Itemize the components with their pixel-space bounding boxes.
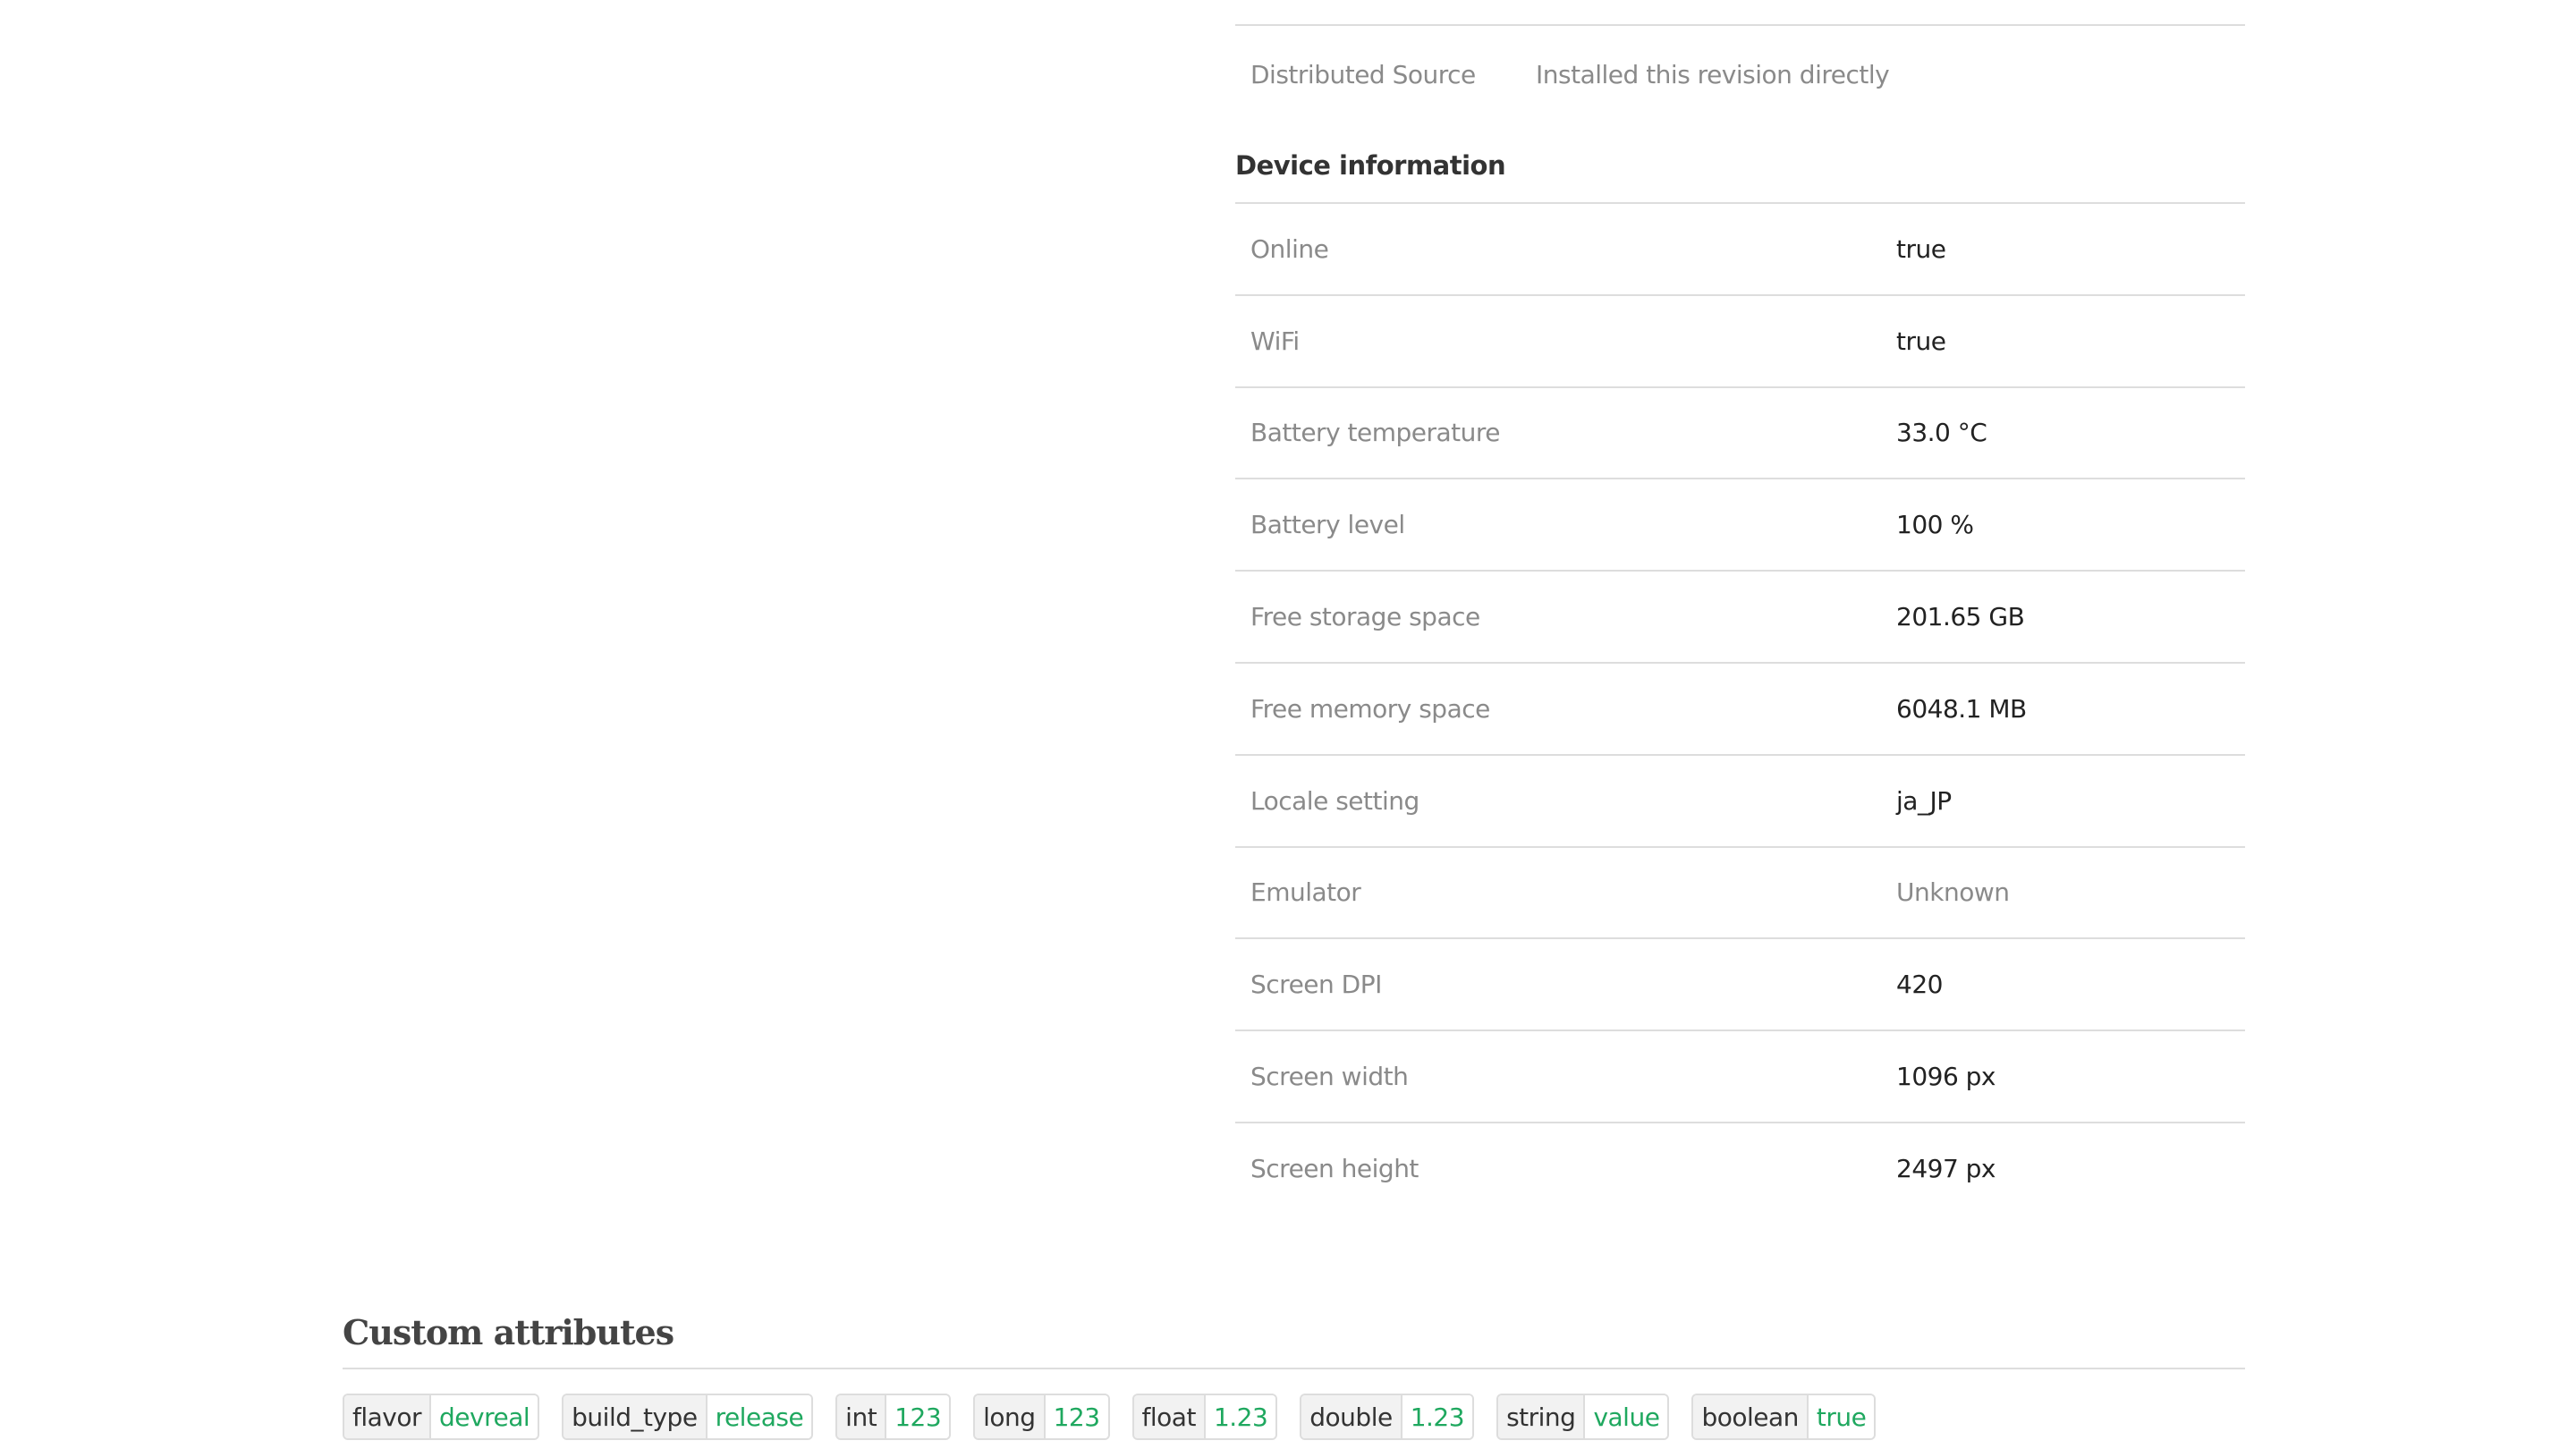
device-row-battery-level: Battery level 100 % xyxy=(1235,479,2245,572)
distribution-table: Distributed Source Installed this revisi… xyxy=(1235,24,2245,123)
attribute-value: value xyxy=(1585,1395,1668,1438)
row-value: true xyxy=(1896,326,1946,356)
attribute-name: int xyxy=(837,1395,887,1438)
row-label: Screen DPI xyxy=(1250,970,1382,1000)
row-label: Battery temperature xyxy=(1250,418,1501,448)
row-label: Locale setting xyxy=(1250,785,1419,816)
row-value: 100 % xyxy=(1896,510,1974,540)
row-value: Unknown xyxy=(1896,877,2010,908)
attribute-badge-int: int 123 xyxy=(835,1394,952,1440)
attribute-badge-build-type: build_type release xyxy=(562,1394,814,1440)
row-value: 6048.1 MB xyxy=(1896,693,2027,724)
device-information-heading: Device information xyxy=(1235,150,1506,181)
row-value: 1096 px xyxy=(1896,1062,1996,1092)
row-value: 2497 px xyxy=(1896,1153,1996,1183)
row-value: true xyxy=(1896,233,1946,264)
attribute-value: 123 xyxy=(886,1395,950,1438)
device-row-free-storage: Free storage space 201.65 GB xyxy=(1235,572,2245,664)
row-value: 420 xyxy=(1896,970,1943,1000)
row-label: WiFi xyxy=(1250,326,1300,356)
attribute-name: flavor xyxy=(344,1395,432,1438)
attribute-name: boolean xyxy=(1693,1395,1809,1438)
attribute-name: build_type xyxy=(564,1395,708,1438)
attribute-badge-double: double 1.23 xyxy=(1300,1394,1475,1440)
row-value: 201.65 GB xyxy=(1896,602,2025,632)
distribution-row: Distributed Source Installed this revisi… xyxy=(1235,26,2245,123)
device-row-screen-width: Screen width 1096 px xyxy=(1235,1031,2245,1123)
attribute-badge-long: long 123 xyxy=(973,1394,1110,1440)
attribute-name: float xyxy=(1133,1395,1206,1438)
custom-attributes-divider xyxy=(343,1368,2245,1369)
row-value: ja_JP xyxy=(1896,785,1952,816)
device-row-screen-dpi: Screen DPI 420 xyxy=(1235,939,2245,1032)
row-value: 33.0 °C xyxy=(1896,418,1987,448)
attribute-value: devreal xyxy=(431,1395,538,1438)
device-row-free-memory: Free memory space 6048.1 MB xyxy=(1235,664,2245,756)
attribute-badge-flavor: flavor devreal xyxy=(343,1394,540,1440)
row-label: Free storage space xyxy=(1250,602,1480,632)
device-row-screen-height: Screen height 2497 px xyxy=(1235,1123,2245,1214)
device-row-battery-temperature: Battery temperature 33.0 °C xyxy=(1235,388,2245,480)
attribute-badge-string: string value xyxy=(1496,1394,1670,1440)
attribute-value: true xyxy=(1808,1395,1875,1438)
device-information-table: Online true WiFi true Battery temperatur… xyxy=(1235,202,2245,1214)
row-label: Screen width xyxy=(1250,1062,1409,1092)
row-label: Battery level xyxy=(1250,510,1405,540)
distributed-source-label: Distributed Source xyxy=(1250,59,1476,89)
attribute-name: long xyxy=(975,1395,1046,1438)
row-label: Emulator xyxy=(1250,877,1361,908)
attribute-value: 1.23 xyxy=(1402,1395,1473,1438)
attribute-name: string xyxy=(1498,1395,1586,1438)
custom-attributes-list: flavor devreal build_type release int 12… xyxy=(343,1394,1877,1440)
attribute-badge-boolean: boolean true xyxy=(1691,1394,1877,1440)
attribute-name: double xyxy=(1301,1395,1402,1438)
distributed-source-value: Installed this revision directly xyxy=(1536,59,1890,89)
attribute-value: 1.23 xyxy=(1205,1395,1276,1438)
row-label: Screen height xyxy=(1250,1153,1419,1183)
custom-attributes-heading: Custom attributes xyxy=(343,1312,674,1352)
attribute-value: 123 xyxy=(1045,1395,1108,1438)
attribute-badge-float: float 1.23 xyxy=(1131,1394,1278,1440)
device-row-wifi: WiFi true xyxy=(1235,296,2245,388)
device-row-emulator: Emulator Unknown xyxy=(1235,848,2245,940)
row-label: Online xyxy=(1250,233,1329,264)
device-row-online: Online true xyxy=(1235,204,2245,296)
row-label: Free memory space xyxy=(1250,693,1490,724)
attribute-value: release xyxy=(707,1395,812,1438)
device-row-locale: Locale setting ja_JP xyxy=(1235,756,2245,848)
